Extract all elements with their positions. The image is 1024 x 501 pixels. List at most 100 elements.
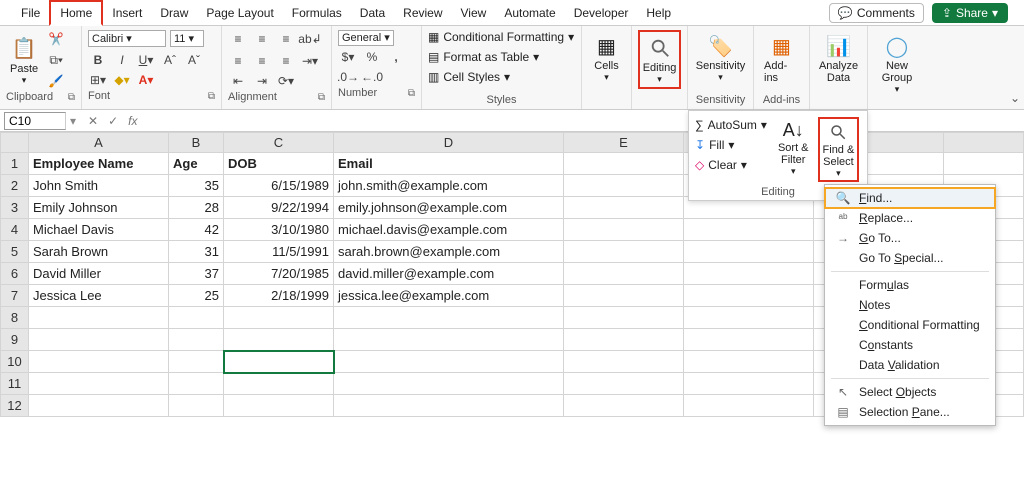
menu-selection-pane[interactable]: ▤Selection Pane...: [825, 402, 995, 422]
cell[interactable]: [564, 329, 684, 351]
cell[interactable]: [224, 351, 334, 373]
orientation-button[interactable]: ⟳▾: [276, 72, 296, 90]
paste-button[interactable]: 📋 Paste ▾: [6, 33, 42, 88]
share-button[interactable]: ⇪ Share ▾: [932, 3, 1008, 23]
col-header-d[interactable]: D: [334, 133, 564, 153]
row-header[interactable]: 4: [1, 219, 29, 241]
row-header[interactable]: 8: [1, 307, 29, 329]
cell[interactable]: [684, 241, 814, 263]
clipboard-dialog-launcher[interactable]: ⧉: [68, 92, 75, 103]
col-header-a[interactable]: A: [29, 133, 169, 153]
cell[interactable]: Sarah Brown: [29, 241, 169, 263]
menu-constants[interactable]: Constants: [825, 335, 995, 355]
cell[interactable]: Emily Johnson: [29, 197, 169, 219]
cell[interactable]: 11/5/1991: [224, 241, 334, 263]
borders-button[interactable]: ⊞▾: [88, 71, 108, 89]
currency-button[interactable]: $▾: [338, 48, 358, 66]
wrap-text-button[interactable]: ab↲: [300, 30, 320, 48]
cell[interactable]: [334, 351, 564, 373]
row-header[interactable]: 5: [1, 241, 29, 263]
find-select-button[interactable]: Find &Select▾: [818, 117, 860, 182]
tab-file[interactable]: File: [12, 2, 49, 24]
col-header-c[interactable]: C: [224, 133, 334, 153]
increase-indent-button[interactable]: ⇥: [252, 72, 272, 90]
tab-formulas[interactable]: Formulas: [283, 2, 351, 24]
increase-decimal-button[interactable]: .0→: [338, 68, 358, 86]
cell[interactable]: [334, 307, 564, 329]
font-size-select[interactable]: 11 ▾: [170, 30, 204, 47]
underline-button[interactable]: U▾: [136, 51, 156, 69]
increase-font-button[interactable]: Aˆ: [160, 51, 180, 69]
menu-goto[interactable]: →Go To...: [825, 228, 995, 248]
sort-filter-button[interactable]: A↓ Sort &Filter▾: [775, 117, 812, 178]
cell[interactable]: [684, 329, 814, 351]
menu-notes[interactable]: Notes: [825, 295, 995, 315]
fx-button[interactable]: fx: [128, 114, 137, 128]
cell[interactable]: 6/15/1989: [224, 175, 334, 197]
decrease-indent-button[interactable]: ⇤: [228, 72, 248, 90]
cells-button[interactable]: ▦ Cells ▾: [588, 30, 625, 85]
select-all-corner[interactable]: [1, 133, 29, 153]
cell[interactable]: [334, 329, 564, 351]
cell[interactable]: [169, 373, 224, 395]
cell[interactable]: [169, 351, 224, 373]
cell[interactable]: [564, 395, 684, 417]
cell[interactable]: Jessica Lee: [29, 285, 169, 307]
format-as-table-button[interactable]: ▤Format as Table▾: [428, 50, 575, 64]
cut-button[interactable]: ✂️: [46, 30, 66, 48]
cell[interactable]: 7/20/1985: [224, 263, 334, 285]
cancel-formula-button[interactable]: ✕: [88, 114, 98, 128]
align-top-button[interactable]: ≡: [228, 30, 248, 48]
cell[interactable]: [29, 351, 169, 373]
row-header[interactable]: 7: [1, 285, 29, 307]
cell[interactable]: [684, 219, 814, 241]
cell[interactable]: jessica.lee@example.com: [334, 285, 564, 307]
tab-automate[interactable]: Automate: [495, 2, 564, 24]
cell[interactable]: 37: [169, 263, 224, 285]
cell[interactable]: [684, 373, 814, 395]
cell[interactable]: [169, 329, 224, 351]
cell[interactable]: [169, 395, 224, 417]
cell[interactable]: [684, 351, 814, 373]
row-header[interactable]: 11: [1, 373, 29, 395]
formula-input[interactable]: [146, 113, 1024, 129]
menu-replace[interactable]: ᵃᵇReplace...: [825, 208, 995, 228]
number-format-select[interactable]: General ▾: [338, 30, 394, 46]
cell[interactable]: [224, 373, 334, 395]
tab-insert[interactable]: Insert: [103, 2, 151, 24]
cell[interactable]: [684, 263, 814, 285]
cell[interactable]: [684, 395, 814, 417]
ribbon-collapse-button[interactable]: ⌄: [1010, 91, 1020, 105]
cell[interactable]: michael.davis@example.com: [334, 219, 564, 241]
col-header-b[interactable]: B: [169, 133, 224, 153]
align-left-button[interactable]: ≡: [228, 52, 248, 70]
cell[interactable]: [564, 219, 684, 241]
cell[interactable]: Michael Davis: [29, 219, 169, 241]
name-box[interactable]: [4, 112, 66, 130]
clear-button[interactable]: ◇Clear ▾: [693, 157, 769, 173]
cell[interactable]: [944, 153, 1024, 175]
align-bottom-button[interactable]: ≡: [276, 30, 296, 48]
cell[interactable]: [684, 307, 814, 329]
cell[interactable]: 35: [169, 175, 224, 197]
italic-button[interactable]: I: [112, 51, 132, 69]
cell[interactable]: [334, 373, 564, 395]
font-color-button[interactable]: A▾: [136, 71, 156, 89]
decrease-font-button[interactable]: Aˇ: [184, 51, 204, 69]
cell[interactable]: [29, 395, 169, 417]
align-right-button[interactable]: ≡: [276, 52, 296, 70]
cell[interactable]: [564, 351, 684, 373]
cell[interactable]: [564, 373, 684, 395]
analyze-data-button[interactable]: 📊 AnalyzeData: [816, 30, 861, 86]
cell[interactable]: Email: [334, 153, 564, 175]
tab-view[interactable]: View: [452, 2, 496, 24]
cell[interactable]: [564, 153, 684, 175]
tab-developer[interactable]: Developer: [565, 2, 638, 24]
cell[interactable]: [29, 373, 169, 395]
row-header[interactable]: 3: [1, 197, 29, 219]
fill-color-button[interactable]: ◆▾: [112, 71, 132, 89]
cell[interactable]: david.miller@example.com: [334, 263, 564, 285]
cell[interactable]: [224, 329, 334, 351]
cell[interactable]: [564, 197, 684, 219]
cell[interactable]: 2/18/1999: [224, 285, 334, 307]
